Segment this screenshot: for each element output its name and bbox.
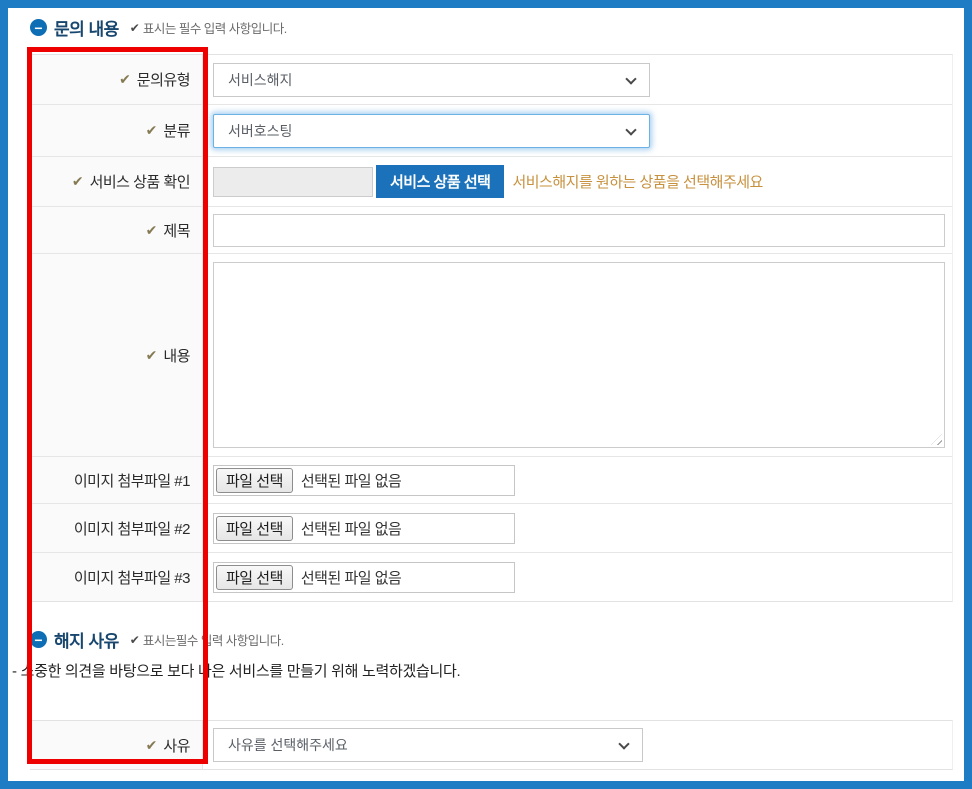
select-product-button[interactable]: 서비스 상품 선택	[376, 165, 504, 198]
required-check-icon: ✔	[119, 71, 131, 88]
inquiry-type-selected-value: 서비스해지	[228, 70, 292, 90]
inquiry-section-title: 문의 내용	[54, 15, 119, 40]
attachment-3-label-cell: 이미지 첨부파일 #3	[30, 553, 203, 601]
required-check-icon: ✔	[146, 737, 158, 754]
attachment-1-file-button[interactable]: 파일 선택	[216, 468, 293, 493]
inquiry-form-table: ✔ 문의유형 서비스해지 ✔ 분류 서버호스팅	[30, 54, 953, 602]
reason-label-cell: ✔ 사유	[30, 721, 203, 769]
attachment-2-label: 이미지 첨부파일 #2	[74, 518, 190, 539]
row-attachment-1: 이미지 첨부파일 #1 파일 선택 선택된 파일 없음	[30, 456, 952, 503]
chevron-down-icon	[618, 738, 629, 749]
resize-handle-icon[interactable]	[931, 434, 942, 445]
attachment-1-filebox: 파일 선택 선택된 파일 없음	[213, 465, 515, 496]
subject-label-cell: ✔ 제목	[30, 207, 203, 253]
required-note-text: 표시는 필수 입력 사항입니다.	[143, 18, 287, 37]
check-icon: ✔	[130, 633, 140, 647]
inquiry-type-select[interactable]: 서비스해지	[213, 63, 650, 97]
chevron-down-icon	[625, 124, 636, 135]
required-check-icon: ✔	[72, 173, 84, 190]
subject-input[interactable]	[213, 214, 945, 247]
row-inquiry-type: ✔ 문의유형 서비스해지	[30, 55, 952, 104]
reason-section-title: 해지 사유	[54, 627, 119, 652]
content-textarea[interactable]	[213, 262, 945, 448]
service-product-label: 서비스 상품 확인	[90, 171, 190, 192]
collapse-minus-icon[interactable]: −	[30, 19, 47, 36]
service-product-input	[213, 167, 373, 197]
reason-selected-value: 사유를 선택해주세요	[228, 735, 348, 755]
category-label: 분류	[163, 120, 190, 141]
required-check-icon: ✔	[146, 347, 158, 364]
attachment-3-filebox: 파일 선택 선택된 파일 없음	[213, 562, 515, 593]
inquiry-type-label-cell: ✔ 문의유형	[30, 55, 203, 104]
category-selected-value: 서버호스팅	[228, 121, 292, 141]
attachment-2-file-button[interactable]: 파일 선택	[216, 516, 293, 541]
attachment-2-label-cell: 이미지 첨부파일 #2	[30, 504, 203, 552]
attachment-1-status: 선택된 파일 없음	[301, 470, 401, 491]
reason-label: 사유	[163, 735, 190, 756]
required-note: ✔ 표시는필수 입력 사항입니다.	[130, 630, 284, 649]
reason-description: - 소중한 의견을 바탕으로 보다 나은 서비스를 만들기 위해 노력하겠습니다…	[12, 660, 460, 681]
required-check-icon: ✔	[146, 122, 158, 139]
row-subject: ✔ 제목	[30, 206, 952, 253]
content-label-cell: ✔ 내용	[30, 254, 203, 456]
reason-section-header: − 해지 사유 ✔ 표시는필수 입력 사항입니다.	[30, 627, 284, 652]
chevron-down-icon	[625, 73, 636, 84]
subject-label: 제목	[163, 220, 190, 241]
attachment-1-label: 이미지 첨부파일 #1	[74, 470, 190, 491]
required-check-icon: ✔	[146, 222, 158, 239]
inquiry-type-label: 문의유형	[137, 69, 190, 90]
attachment-3-label: 이미지 첨부파일 #3	[74, 567, 190, 588]
row-content: ✔ 내용	[30, 253, 952, 456]
attachment-2-filebox: 파일 선택 선택된 파일 없음	[213, 513, 515, 544]
category-select[interactable]: 서버호스팅	[213, 114, 650, 148]
required-note-text: 표시는필수 입력 사항입니다.	[143, 630, 284, 649]
row-attachment-3: 이미지 첨부파일 #3 파일 선택 선택된 파일 없음	[30, 552, 952, 601]
content-label: 내용	[163, 345, 190, 366]
attachment-1-label-cell: 이미지 첨부파일 #1	[30, 457, 203, 503]
row-category: ✔ 분류 서버호스팅	[30, 104, 952, 156]
service-product-label-cell: ✔ 서비스 상품 확인	[30, 157, 203, 206]
row-service-product: ✔ 서비스 상품 확인 서비스 상품 선택 서비스해지를 원하는 상품을 선택해…	[30, 156, 952, 206]
required-note: ✔ 표시는 필수 입력 사항입니다.	[130, 18, 287, 37]
inquiry-section-header: − 문의 내용 ✔ 표시는 필수 입력 사항입니다.	[30, 15, 287, 40]
reason-form-table: ✔ 사유 사유를 선택해주세요	[30, 720, 953, 770]
page-frame: − 문의 내용 ✔ 표시는 필수 입력 사항입니다. ✔ 문의유형 서비스해지 …	[0, 0, 972, 789]
attachment-3-file-button[interactable]: 파일 선택	[216, 565, 293, 590]
category-label-cell: ✔ 분류	[30, 105, 203, 156]
check-icon: ✔	[130, 21, 140, 35]
reason-select[interactable]: 사유를 선택해주세요	[213, 728, 643, 762]
attachment-2-status: 선택된 파일 없음	[301, 518, 401, 539]
service-product-hint: 서비스해지를 원하는 상품을 선택해주세요	[512, 171, 762, 192]
collapse-minus-icon[interactable]: −	[30, 631, 47, 648]
row-reason: ✔ 사유 사유를 선택해주세요	[30, 721, 952, 769]
attachment-3-status: 선택된 파일 없음	[301, 567, 401, 588]
row-attachment-2: 이미지 첨부파일 #2 파일 선택 선택된 파일 없음	[30, 503, 952, 552]
